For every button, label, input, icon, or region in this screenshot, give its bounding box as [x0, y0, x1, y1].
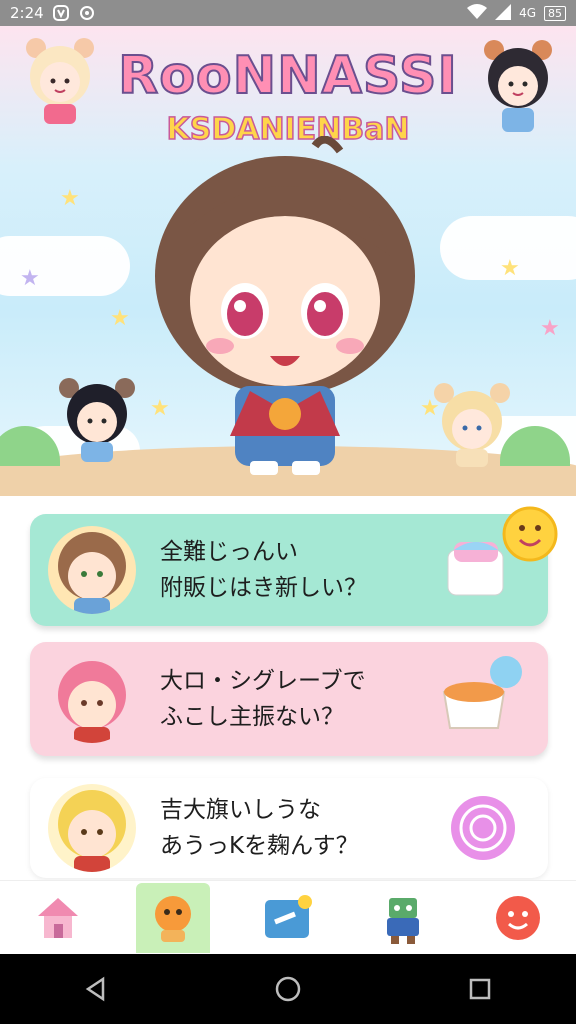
smiley-icon	[502, 506, 558, 562]
star-icon: ★	[110, 306, 130, 331]
battery-icon: 85	[544, 5, 566, 21]
main-character-illustration	[155, 136, 415, 475]
swirl-candy-icon	[451, 796, 515, 860]
question-line-2: ふこし主振ない？	[160, 704, 344, 730]
face-icon	[496, 895, 541, 940]
avatar-brown-hair	[48, 526, 136, 614]
question-line-2: 附販じはき新しい？	[160, 575, 367, 601]
system-recents-button[interactable]	[450, 959, 510, 1019]
question-text: 大ロ・シグレーブで ふこし主振ない？	[160, 663, 366, 735]
character-icon	[154, 895, 191, 942]
question-text: 吉大旗いしうな あうっKを麹んす？	[160, 792, 359, 864]
settings-icon	[78, 4, 96, 22]
status-bar: 2:24 4G 85	[0, 0, 576, 26]
nav-robot[interactable]	[366, 883, 440, 953]
clock-time: 2:24	[10, 4, 44, 22]
robot-icon	[387, 897, 420, 944]
star-icon: ★	[20, 266, 40, 291]
notification-icon	[52, 4, 70, 22]
wifi-icon	[467, 3, 488, 23]
recents-icon	[469, 978, 491, 1000]
question-line-1: 大ロ・シグレーブで	[160, 668, 366, 694]
system-home-button[interactable]	[258, 959, 318, 1019]
home-icon	[37, 897, 78, 938]
home-circle-icon	[275, 976, 301, 1002]
question-line-1: 吉大旗いしうな	[160, 797, 321, 823]
signal-label: 4G	[519, 6, 536, 20]
mascot-blonde-illustration	[434, 383, 510, 467]
nav-home[interactable]	[21, 883, 95, 953]
mascot-bear-girl-illustration	[26, 38, 94, 124]
mascot-dark-hair-illustration	[59, 378, 135, 462]
mascot-bear-boy-illustration	[484, 40, 552, 132]
star-icon: ★	[500, 256, 520, 281]
question-text: 全難じっんい 附販じはき新しい？	[160, 534, 367, 606]
question-card-2[interactable]: 大ロ・シグレーブで ふこし主振ない？	[30, 642, 548, 756]
avatar-blonde-hair	[48, 784, 136, 872]
question-line-2: あうっKを麹んす？	[160, 833, 359, 859]
bottom-nav	[0, 880, 576, 954]
system-navigation-bar	[0, 954, 576, 1024]
back-icon	[85, 976, 105, 1002]
avatar-pink-hair	[48, 655, 136, 743]
question-card-3[interactable]: 吉大旗いしうな あうっKを麹んす？	[30, 778, 548, 878]
note-icon	[264, 894, 312, 938]
battery-label: 85	[548, 6, 562, 20]
pudding-cup-icon	[442, 656, 522, 729]
star-icon: ★	[60, 186, 80, 211]
star-icon: ★	[540, 316, 560, 341]
question-card-1[interactable]: 全難じっんい 附販じはき新しい？	[30, 506, 558, 626]
hero-banner: RooNNASSI KSDANIENBaN ★ ★ ★ ★ ★ ★ ★ ★	[0, 26, 576, 496]
nav-character[interactable]	[135, 882, 210, 953]
nav-face[interactable]	[481, 883, 555, 953]
signal-icon	[495, 3, 512, 23]
nav-note[interactable]	[251, 883, 325, 953]
question-line-1: 全難じっんい	[160, 539, 298, 565]
system-back-button[interactable]	[66, 959, 126, 1019]
